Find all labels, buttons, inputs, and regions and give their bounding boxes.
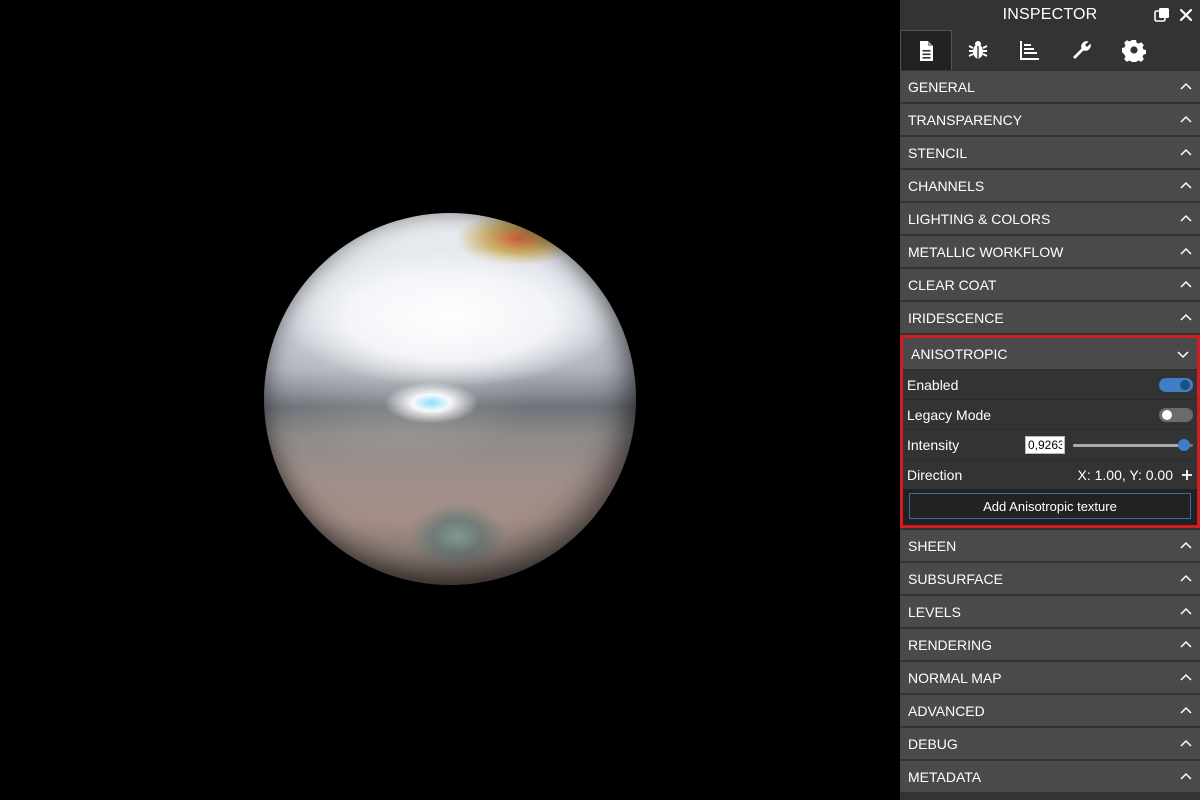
- tab-settings[interactable]: [1108, 30, 1160, 70]
- chevron-up-icon: [1180, 180, 1192, 192]
- inspector-title: INSPECTOR: [1002, 6, 1098, 23]
- section-title: SUBSURFACE: [908, 570, 1003, 587]
- slider-fill: [1073, 443, 1185, 447]
- chevron-up-icon: [1180, 573, 1192, 585]
- intensity-input[interactable]: [1025, 435, 1065, 454]
- section-title: LEVELS: [908, 603, 961, 620]
- section-levels[interactable]: LEVELS: [900, 596, 1200, 627]
- gear-icon: [1122, 40, 1146, 62]
- section-anisotropic[interactable]: ANISOTROPIC: [903, 338, 1197, 369]
- section-title: STENCIL: [908, 144, 968, 161]
- add-anisotropic-texture-button[interactable]: Add Anisotropic texture: [909, 493, 1191, 519]
- section-title: ADVANCED: [908, 702, 985, 719]
- chevron-up-icon: [1180, 81, 1192, 93]
- chevron-up-icon: [1180, 606, 1192, 618]
- document-icon: [920, 40, 933, 61]
- slider-thumb[interactable]: [1178, 438, 1191, 451]
- section-clear-coat[interactable]: CLEAR COAT: [900, 269, 1200, 300]
- anisotropic-section-highlight: ANISOTROPIC Enabled Legacy Mode Intensit…: [900, 335, 1200, 528]
- section-title: METALLIC WORKFLOW: [908, 243, 1064, 260]
- section-title: IRIDESCENCE: [908, 309, 1004, 326]
- section-title: CHANNELS: [908, 177, 985, 194]
- legacy-mode-label: Legacy Mode: [907, 406, 992, 423]
- intensity-row: Intensity: [903, 429, 1197, 459]
- section-title: NORMAL MAP: [908, 669, 1002, 686]
- inspector-tabs: [900, 30, 1200, 70]
- section-title: GENERAL: [908, 78, 975, 95]
- intensity-label: Intensity: [907, 436, 960, 453]
- toggle-knob: [1162, 409, 1172, 420]
- section-metallic-workflow[interactable]: METALLIC WORKFLOW: [900, 236, 1200, 267]
- intensity-slider[interactable]: [1073, 438, 1193, 451]
- chart-icon: [1020, 41, 1039, 60]
- section-metadata[interactable]: METADATA: [900, 761, 1200, 792]
- enabled-row: Enabled: [903, 369, 1197, 399]
- section-general[interactable]: GENERAL: [900, 71, 1200, 102]
- section-title: ANISOTROPIC: [911, 345, 1008, 362]
- chevron-up-icon: [1180, 312, 1192, 324]
- section-title: LIGHTING & COLORS: [908, 210, 1051, 227]
- popout-icon[interactable]: [1154, 7, 1170, 23]
- section-debug[interactable]: DEBUG: [900, 728, 1200, 759]
- inspector-panel: INSPECTOR GENERAL TRANSPARENCY STENCIL C…: [900, 0, 1200, 800]
- inspector-header: INSPECTOR: [900, 0, 1200, 30]
- header-actions: [1154, 7, 1194, 23]
- material-preview-sphere: [264, 213, 636, 585]
- chevron-up-icon: [1180, 114, 1192, 126]
- chevron-up-icon: [1180, 771, 1192, 783]
- direction-value: X: 1.00, Y: 0.00: [1077, 466, 1173, 483]
- direction-row: Direction X: 1.00, Y: 0.00: [903, 459, 1197, 489]
- section-subsurface[interactable]: SUBSURFACE: [900, 563, 1200, 594]
- wrench-icon: [1073, 41, 1091, 59]
- chevron-up-icon: [1180, 540, 1192, 552]
- section-stencil[interactable]: STENCIL: [900, 137, 1200, 168]
- chevron-up-icon: [1180, 213, 1192, 225]
- section-channels[interactable]: CHANNELS: [900, 170, 1200, 201]
- chevron-up-icon: [1180, 738, 1192, 750]
- property-sections: GENERAL TRANSPARENCY STENCIL CHANNELS LI…: [900, 71, 1200, 794]
- tab-tools[interactable]: [1056, 30, 1108, 70]
- tab-statistics[interactable]: [1004, 30, 1056, 70]
- section-sheen[interactable]: SHEEN: [900, 530, 1200, 561]
- legacy-mode-row: Legacy Mode: [903, 399, 1197, 429]
- enabled-label: Enabled: [907, 376, 959, 393]
- tab-debug[interactable]: [952, 30, 1004, 70]
- close-icon[interactable]: [1178, 7, 1194, 23]
- tab-properties[interactable]: [900, 30, 952, 70]
- section-title: METADATA: [908, 768, 982, 785]
- toggle-knob: [1180, 379, 1190, 390]
- section-title: DEBUG: [908, 735, 958, 752]
- chevron-up-icon: [1180, 246, 1192, 258]
- section-transparency[interactable]: TRANSPARENCY: [900, 104, 1200, 135]
- section-title: RENDERING: [908, 636, 993, 653]
- section-title: TRANSPARENCY: [908, 111, 1023, 128]
- section-title: SHEEN: [908, 537, 957, 554]
- section-advanced[interactable]: ADVANCED: [900, 695, 1200, 726]
- chevron-up-icon: [1180, 672, 1192, 684]
- plus-icon[interactable]: [1181, 469, 1193, 481]
- chevron-up-icon: [1180, 279, 1192, 291]
- section-iridescence[interactable]: IRIDESCENCE: [900, 302, 1200, 333]
- enabled-toggle[interactable]: [1159, 377, 1193, 392]
- section-title: CLEAR COAT: [908, 276, 997, 293]
- chevron-up-icon: [1180, 705, 1192, 717]
- chevron-up-icon: [1180, 147, 1192, 159]
- direction-label: Direction: [907, 466, 963, 483]
- bug-icon: [968, 41, 988, 59]
- section-rendering[interactable]: RENDERING: [900, 629, 1200, 660]
- chevron-down-icon: [1177, 348, 1189, 360]
- render-viewport[interactable]: [0, 0, 900, 800]
- legacy-mode-toggle[interactable]: [1159, 407, 1193, 422]
- chevron-up-icon: [1180, 639, 1192, 651]
- section-lighting-colors[interactable]: LIGHTING & COLORS: [900, 203, 1200, 234]
- section-normal-map[interactable]: NORMAL MAP: [900, 662, 1200, 693]
